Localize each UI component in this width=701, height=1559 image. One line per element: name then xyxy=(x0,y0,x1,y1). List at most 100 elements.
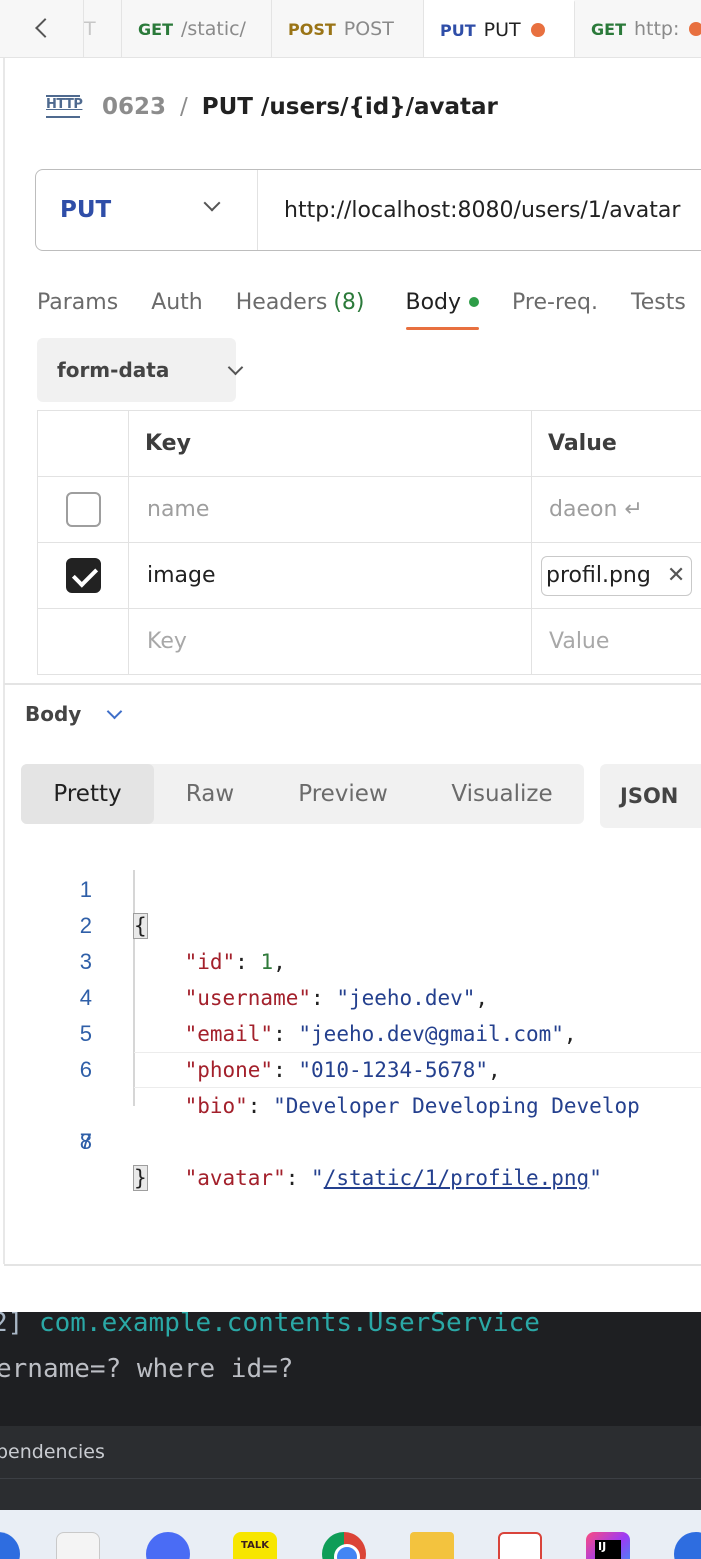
file-chip[interactable]: profil.png ✕ xyxy=(541,555,693,596)
format-value: JSON xyxy=(620,784,679,808)
app-icon[interactable] xyxy=(498,1532,542,1559)
row-key-input[interactable]: name xyxy=(128,476,532,543)
edge-icon[interactable] xyxy=(0,1532,20,1559)
response-view-switcher: Pretty Raw Preview Visualize xyxy=(21,764,584,824)
new-key-input[interactable]: Key xyxy=(128,608,532,675)
intellij-icon[interactable]: IJ xyxy=(586,1532,630,1559)
json-link[interactable]: /static/1/profile.png xyxy=(324,1166,590,1190)
view-visualize-button[interactable]: Visualize xyxy=(420,764,584,824)
os-taskbar: TALK IJ xyxy=(0,1510,701,1559)
table-header-key: Key xyxy=(128,410,532,477)
tab-pre-request[interactable]: Pre-req. xyxy=(512,276,598,328)
kakaotalk-icon[interactable]: TALK xyxy=(233,1532,277,1559)
table-header-value: Value xyxy=(531,410,701,477)
code-line: 2 "id": 1, xyxy=(0,872,701,974)
breadcrumb-collection[interactable]: 0623 xyxy=(102,94,166,120)
tab-label: Auth xyxy=(151,289,203,315)
row-checkbox-cell xyxy=(37,542,129,609)
url-bar: PUT http://localhost:8080/users/1/avatar xyxy=(35,169,701,251)
request-tab-strip: T GET /static/ POST POST PUT PUT GET htt… xyxy=(0,0,701,58)
view-pretty-button[interactable]: Pretty xyxy=(21,764,154,824)
table-row-empty: Key Value xyxy=(37,608,701,675)
tab-get-http[interactable]: GET http: xyxy=(575,0,701,57)
body-type-select[interactable]: form-data xyxy=(37,338,244,402)
tab-method: PUT xyxy=(440,20,476,40)
console-line: ername=? where id=? xyxy=(0,1354,294,1384)
json-brace: } xyxy=(133,1165,148,1191)
code-line: 6 "bio": "Developer Developing Develop xyxy=(0,1016,701,1118)
json-quote: " xyxy=(311,1166,324,1190)
response-body-toggle[interactable]: Body xyxy=(25,702,123,726)
table-row: name daeon ↵ xyxy=(37,476,701,543)
tab-tests[interactable]: Tests xyxy=(631,276,686,328)
tab-get-static[interactable]: GET /static/ xyxy=(122,0,272,57)
response-section-label: Body xyxy=(25,702,82,726)
json-quote: " xyxy=(589,1166,602,1190)
tabs-scroll-back-button[interactable] xyxy=(0,0,84,57)
tab-params[interactable]: Params xyxy=(37,276,118,328)
view-preview-button[interactable]: Preview xyxy=(266,764,420,824)
tab-headers[interactable]: Headers (8) xyxy=(236,276,365,328)
file-name: profil.png xyxy=(546,563,651,588)
close-icon[interactable]: ✕ xyxy=(667,563,685,588)
chevron-down-icon xyxy=(227,359,244,376)
view-label: Visualize xyxy=(451,781,553,807)
tab-name: /static/ xyxy=(180,18,246,40)
table-header-row: Key Value xyxy=(37,410,701,477)
response-code-viewer[interactable]: 1 { 2 "id": 1, 3 "username": "jeeho.dev"… xyxy=(0,836,701,1191)
zoom-icon[interactable] xyxy=(146,1532,190,1559)
tab-name: PUT xyxy=(483,19,521,41)
new-value-input[interactable]: Value xyxy=(531,608,701,675)
tab-body[interactable]: Body xyxy=(405,276,480,330)
response-divider[interactable] xyxy=(4,683,701,685)
tab-partial[interactable]: T xyxy=(84,0,122,57)
chevron-left-icon xyxy=(35,18,55,38)
row-enable-checkbox[interactable] xyxy=(65,558,101,593)
app-icon[interactable] xyxy=(674,1532,701,1559)
tab-auth[interactable]: Auth xyxy=(151,276,203,328)
url-input[interactable]: http://localhost:8080/users/1/avatar xyxy=(258,198,680,223)
ide-console[interactable]: 2] com.example.contents.UserService erna… xyxy=(0,1312,701,1426)
kakao-label: TALK xyxy=(241,1540,269,1551)
response-format-select[interactable]: JSON xyxy=(600,764,701,828)
chevron-down-icon xyxy=(107,703,123,719)
unsaved-dot-icon xyxy=(689,22,701,36)
view-label: Raw xyxy=(185,781,235,807)
json-colon: : xyxy=(285,1166,312,1190)
chevron-down-icon xyxy=(203,194,221,212)
console-prefix: 2] xyxy=(0,1312,24,1338)
unsaved-dot-icon xyxy=(530,23,545,37)
json-key: "avatar" xyxy=(184,1166,286,1190)
row-checkbox-cell xyxy=(37,476,129,543)
http-request-icon: HTTP xyxy=(46,92,83,122)
tab-put-active[interactable]: PUT PUT xyxy=(424,0,575,57)
files-icon[interactable] xyxy=(56,1532,100,1559)
tab-label: Body xyxy=(405,289,462,315)
body-type-value: form-data xyxy=(57,358,170,382)
view-label: Preview xyxy=(298,781,388,807)
breadcrumb-separator: / xyxy=(180,94,188,120)
chrome-icon[interactable] xyxy=(322,1532,366,1559)
tab-label: Params xyxy=(37,289,119,315)
tab-method: GET xyxy=(138,19,173,39)
ide-dependencies-tab[interactable]: pendencies xyxy=(0,1426,701,1478)
tab-post[interactable]: POST POST xyxy=(272,0,424,57)
ide-status-band xyxy=(0,1478,701,1510)
headers-count: (8) xyxy=(333,289,365,315)
folder-icon[interactable] xyxy=(410,1532,454,1559)
line-number: 8 xyxy=(79,1129,92,1154)
row-value-input[interactable]: daeon ↵ xyxy=(531,476,701,543)
tab-name: http: xyxy=(633,18,680,40)
code-line: 3 "username": "jeeho.dev", xyxy=(0,908,701,1010)
body-indicator-dot-icon xyxy=(469,297,480,307)
row-checkbox-cell xyxy=(37,608,129,675)
view-raw-button[interactable]: Raw xyxy=(154,764,266,824)
table-row: image profil.png ✕ xyxy=(37,542,701,609)
form-data-table: Key Value name daeon ↵ image profil.png … xyxy=(37,410,701,675)
method-select[interactable]: PUT xyxy=(36,170,258,250)
console-line: 2] com.example.contents.UserService xyxy=(0,1312,540,1338)
row-enable-checkbox[interactable] xyxy=(65,492,101,527)
tab-label: Tests xyxy=(631,289,686,315)
breadcrumb-request-name[interactable]: PUT /users/{id}/avatar xyxy=(202,94,498,120)
row-key-input[interactable]: image xyxy=(128,542,532,609)
